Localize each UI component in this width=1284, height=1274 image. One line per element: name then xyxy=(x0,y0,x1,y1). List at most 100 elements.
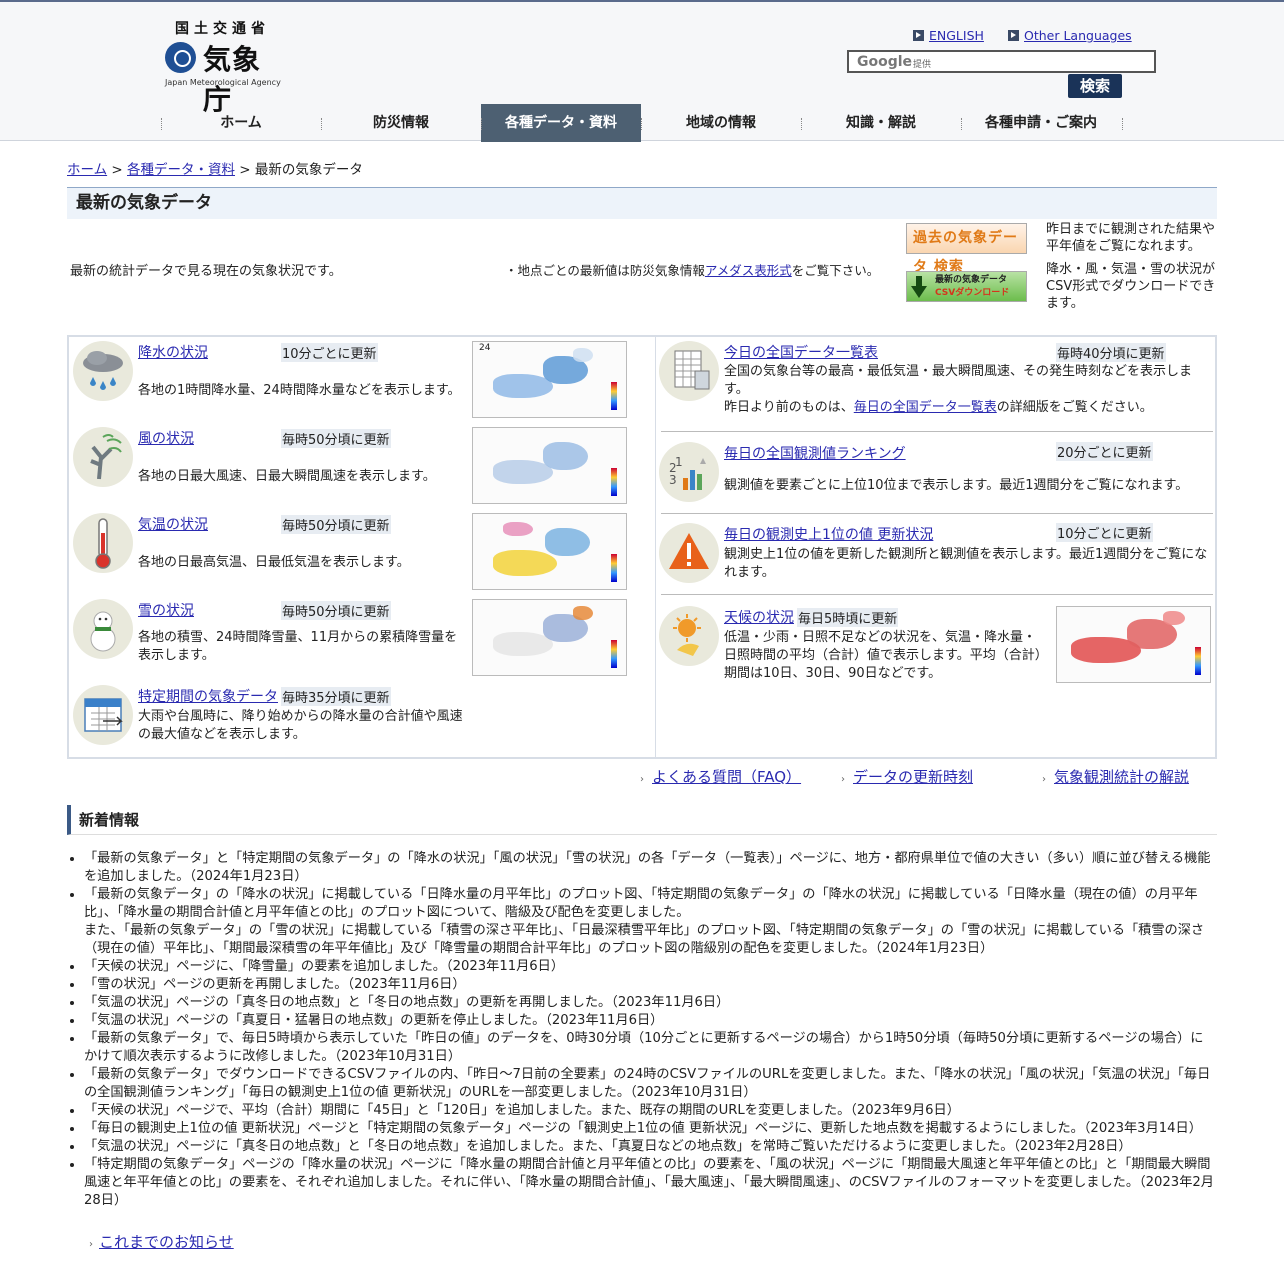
rain-map-thumbnail[interactable]: 24 xyxy=(472,341,627,418)
news-list: 「最新の気象データ」と「特定期間の気象データ」の「降水の状況」「風の状況」「雪の… xyxy=(84,850,1216,1210)
record-update-freq: 10分ごとに更新 xyxy=(1056,523,1153,542)
intro-text: 最新の統計データで見る現在の気象状況です。 xyxy=(70,264,342,279)
national-data-desc2: 昨日より前のものは、毎日の全国データ一覧表の詳細版をご覧ください。 xyxy=(724,399,1204,417)
news-item: 「天候の状況」ページに、「降雪量」の要素を追加しました。（2023年11月6日） xyxy=(84,958,1216,976)
period-data-update-freq: 毎時35分頃に更新 xyxy=(281,687,391,706)
snow-status-link[interactable]: 雪の状況 xyxy=(138,600,194,620)
ministry-name: 国土交通省 xyxy=(175,21,270,37)
news-item: 「特定期間の気象データ」ページの「降水量の状況」ページに「降水量の期間合計値と月… xyxy=(84,1156,1216,1210)
breadcrumb-separator: > xyxy=(235,162,255,178)
global-nav: ホーム 防災情報 各種データ・資料 地域の情報 知識・解説 各種申請・ご案内 xyxy=(161,104,1123,142)
row-separator xyxy=(661,594,1213,595)
period-data-desc: 大雨や台風時に、降り始めからの降水量の合計値や風速の最大値などを表示します。 xyxy=(138,709,463,742)
page-title: 最新の気象データ xyxy=(67,187,1217,219)
wind-map-thumbnail[interactable] xyxy=(472,427,627,504)
wind-desc: 各地の日最大風速、日最大瞬間風速を表示します。 xyxy=(138,469,436,484)
rain-update-freq: 10分ごとに更新 xyxy=(281,343,378,362)
stats-guide-link[interactable]: › 気象観測統計の解説 xyxy=(1042,766,1189,787)
news-item: 「最新の気象データ」で、毎日5時頃から表示していた「昨日の値」のデータを、0時3… xyxy=(84,1030,1216,1066)
rain-status-link[interactable]: 降水の状況 xyxy=(138,342,208,362)
row-separator xyxy=(661,513,1213,514)
update-time-link-label[interactable]: データの更新時刻 xyxy=(853,768,973,786)
breadcrumb-data[interactable]: 各種データ・資料 xyxy=(127,162,235,178)
news-item: 「最新の気象データ」の「降水の状況」に掲載している「日降水量の月平年比」のプロッ… xyxy=(84,886,1216,958)
google-brand-sub: 提供 xyxy=(913,60,932,70)
csv-download-banner[interactable]: 最新の気象データ CSVダウンロード xyxy=(906,271,1027,302)
breadcrumb-separator: > xyxy=(107,162,128,178)
rain-cloud-icon xyxy=(73,341,133,401)
news-item: 「気温の状況」ページの「真夏日・猛暑日の地点数」の更新を停止しました。（2023… xyxy=(84,1012,1216,1030)
nav-data[interactable]: 各種データ・資料 xyxy=(481,104,641,142)
other-languages-link[interactable]: Other Languages xyxy=(1008,28,1132,43)
jma-logo[interactable]: 国土交通省 気象庁 Japan Meteorological Agency xyxy=(163,18,288,116)
temperature-update-freq: 毎時50分頃に更新 xyxy=(281,515,391,534)
breadcrumb-home[interactable]: ホーム xyxy=(67,162,107,178)
climate-desc: 低温・少雨・日照不足などの状況を、気温・降水量・日照時間の平均（合計）値で表示し… xyxy=(724,630,1048,681)
past-news-link-label[interactable]: これまでのお知らせ xyxy=(99,1233,234,1251)
national-ranking-desc: 観測値を要素ごとに上位10位まで表示します。最近1週間分をご覧になれます。 xyxy=(724,478,1189,493)
daily-national-data-link[interactable]: 毎日の全国データ一覧表 xyxy=(854,400,997,415)
climate-map-thumbnail[interactable] xyxy=(1056,606,1211,683)
wind-tree-icon xyxy=(73,427,133,487)
ranking-chart-icon: 213 xyxy=(659,442,719,502)
breadcrumb: ホーム > 各種データ・資料 > 最新の気象データ xyxy=(67,158,363,178)
english-link-label[interactable]: ENGLISH xyxy=(929,28,984,43)
national-data-update-freq: 毎時40分頃に更新 xyxy=(1056,343,1166,362)
nav-regional-info[interactable]: 地域の情報 xyxy=(641,104,801,142)
news-item-text: 「最新の気象データ」の「降水の状況」に掲載している「日降水量の月平年比」のプロッ… xyxy=(84,887,1198,920)
svg-text:3: 3 xyxy=(669,473,677,487)
chevron-right-icon: › xyxy=(841,774,845,785)
chevron-right-icon: › xyxy=(640,774,644,785)
news-item: 「毎日の観測史上1位の値 更新状況」ページと「特定期間の気象データ」ページの「観… xyxy=(84,1120,1216,1138)
calendar-icon xyxy=(73,685,133,745)
english-link[interactable]: ENGLISH xyxy=(913,28,984,43)
faq-link[interactable]: › よくある質問（FAQ） xyxy=(640,766,801,787)
news-item: 「最新の気象データ」と「特定期間の気象データ」の「降水の状況」「風の状況」「雪の… xyxy=(84,850,1216,886)
nav-knowledge[interactable]: 知識・解説 xyxy=(801,104,961,142)
national-ranking-update-freq: 20分ごとに更新 xyxy=(1056,442,1153,461)
faq-link-label[interactable]: よくある質問（FAQ） xyxy=(652,768,801,786)
past-data-desc: 昨日までに観測された結果や平年値をご覧になれます。 xyxy=(1046,222,1216,254)
other-languages-label[interactable]: Other Languages xyxy=(1024,28,1132,43)
agency-name-en: Japan Meteorological Agency xyxy=(165,78,281,87)
nav-disaster-info[interactable]: 防災情報 xyxy=(321,104,481,142)
svg-text:1: 1 xyxy=(675,455,683,469)
period-data-link[interactable]: 特定期間の気象データ xyxy=(138,686,278,706)
snow-map-thumbnail[interactable] xyxy=(472,599,627,676)
temperature-status-link[interactable]: 気温の状況 xyxy=(138,514,208,534)
nav-home[interactable]: ホーム xyxy=(161,104,321,142)
temperature-desc: 各地の日最高気温、日最低気温を表示します。 xyxy=(138,555,410,570)
arrow-bullet-icon xyxy=(913,30,924,41)
csv-download-desc: 降水・風・気温・雪の状況がCSV形式でダウンロードできます。 xyxy=(1046,262,1216,311)
search-input[interactable]: Google 提供 xyxy=(847,50,1156,73)
past-news-link[interactable]: › これまでのお知らせ xyxy=(89,1231,234,1252)
national-data-table-link[interactable]: 今日の全国データ一覧表 xyxy=(724,342,878,362)
amedas-note: ・地点ごとの最新値は防災気象情報アメダス表形式をご覧下さい。 xyxy=(505,260,879,279)
news-item: 「気温の状況」ページの「真冬日の地点数」と「冬日の地点数」の更新を再開しました。… xyxy=(84,994,1216,1012)
data-table-icon xyxy=(659,341,719,401)
csv-banner-line2: CSVダウンロード xyxy=(935,288,1010,298)
climate-update-freq: 毎日5時頃に更新 xyxy=(797,608,899,627)
thermometer-icon xyxy=(73,513,133,573)
record-update-link[interactable]: 毎日の観測史上1位の値 更新状況 xyxy=(724,524,933,544)
search-button[interactable]: 検索 xyxy=(1068,74,1122,98)
national-data-desc: 全国の気象台等の最高・最低気温・最大瞬間風速、その発生時刻などを表示します。 xyxy=(724,364,1193,397)
climate-status-link[interactable]: 天候の状況 xyxy=(724,607,794,627)
news-item: 「気温の状況」ページに「真冬日の地点数」と「冬日の地点数」を追加しました。また、… xyxy=(84,1138,1216,1156)
snow-update-freq: 毎時50分頃に更新 xyxy=(281,601,391,620)
row-separator xyxy=(661,431,1213,432)
amedas-link[interactable]: アメダス表形式 xyxy=(705,263,792,278)
record-update-desc: 観測史上1位の値を更新した観測所と観測値を表示します。最近1週間分をご覧になれま… xyxy=(724,547,1208,580)
download-arrow-icon xyxy=(911,276,927,298)
nav-applications[interactable]: 各種申請・ご案内 xyxy=(961,104,1121,142)
wind-update-freq: 毎時50分頃に更新 xyxy=(281,429,391,448)
national-ranking-link[interactable]: 毎日の全国観測値ランキング xyxy=(724,443,906,463)
climate-sun-icon xyxy=(659,606,719,666)
past-data-search-banner[interactable]: 過去の気象データ 検索 xyxy=(906,223,1027,275)
temperature-map-thumbnail[interactable] xyxy=(472,513,627,590)
update-time-link[interactable]: › データの更新時刻 xyxy=(841,766,973,787)
wind-status-link[interactable]: 風の状況 xyxy=(138,428,194,448)
snowman-icon xyxy=(73,599,133,659)
stats-guide-link-label[interactable]: 気象観測統計の解説 xyxy=(1054,768,1189,786)
news-item: 「天候の状況」ページで、平均（合計）期間に「45日」と「120日」を追加しました… xyxy=(84,1102,1216,1120)
